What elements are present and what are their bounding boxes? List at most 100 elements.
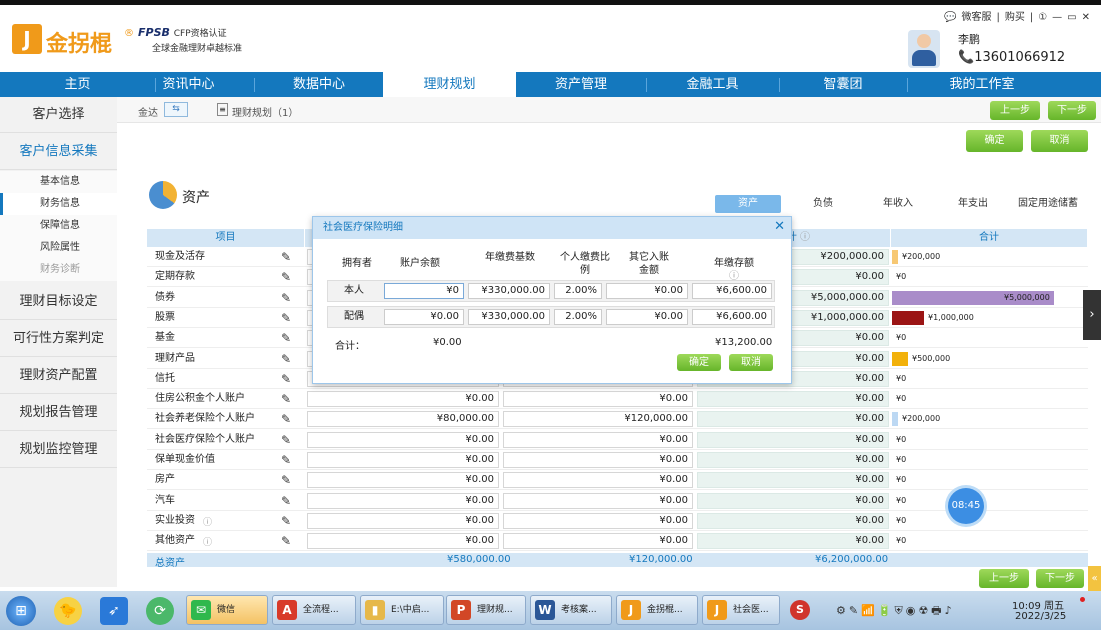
amount-input[interactable]: ¥0.00 xyxy=(307,512,499,529)
clock-date[interactable]: 2022/3/25 xyxy=(1015,611,1066,622)
prev-step-button-bottom[interactable]: 上一步 xyxy=(979,569,1029,588)
cancel-button[interactable]: 取消 xyxy=(1031,130,1088,152)
info-icon[interactable]: ⓘ xyxy=(203,515,212,528)
tab-assets[interactable]: 资产 xyxy=(715,195,781,213)
amount-input[interactable]: ¥0.00 xyxy=(307,391,499,408)
amount-input[interactable]: ¥0.00 xyxy=(307,492,499,509)
taskbar-pdf[interactable]: A 全流程... xyxy=(272,595,356,625)
system-tray-icons[interactable]: ⚙✎📶🔋⛨◉☢🖶♪ xyxy=(836,602,955,621)
amount-input[interactable]: ¥0.00 xyxy=(503,512,693,529)
amount-input[interactable]: ¥0.00 xyxy=(697,512,889,529)
buy-link[interactable]: 购买 xyxy=(1005,12,1025,23)
chat-icon[interactable]: 💬 xyxy=(944,12,956,23)
amount-input[interactable]: ¥0.00 xyxy=(307,533,499,550)
tab-liabilities[interactable]: 负债 xyxy=(807,195,839,213)
edit-pencil-icon[interactable]: ✎ xyxy=(281,291,295,305)
edit-pencil-icon[interactable]: ✎ xyxy=(281,270,295,284)
amount-input[interactable]: ¥0.00 xyxy=(697,533,889,550)
dlg-base-input[interactable]: ¥330,000.00 xyxy=(468,283,550,299)
nav-financial-tools[interactable]: 金融工具 xyxy=(646,72,779,97)
edit-pencil-icon[interactable]: ✎ xyxy=(281,412,295,426)
prev-step-button-top[interactable]: 上一步 xyxy=(990,101,1040,120)
sidebar-feasibility[interactable]: 可行性方案判定 xyxy=(0,321,117,357)
collapse-arrow-icon[interactable]: « xyxy=(1088,566,1101,592)
nav-asset-management[interactable]: 资产管理 xyxy=(516,72,646,97)
clock-time[interactable]: 10:09 周五 xyxy=(1012,597,1064,612)
next-step-button-bottom[interactable]: 下一步 xyxy=(1036,569,1084,588)
user-avatar[interactable] xyxy=(908,30,940,68)
sogou-icon[interactable]: S xyxy=(790,600,810,620)
taskbar-folder[interactable]: ▮ E:\中启... xyxy=(360,595,444,625)
close-button[interactable]: ✕ xyxy=(1082,12,1090,23)
tab-annual-income[interactable]: 年收入 xyxy=(880,195,916,213)
nav-data[interactable]: 数据中心 xyxy=(255,72,383,97)
amount-input[interactable]: ¥120,000.00 xyxy=(503,411,693,428)
bird-app-icon[interactable]: ➶ xyxy=(100,597,128,625)
dlg-base-input[interactable]: ¥330,000.00 xyxy=(468,309,550,325)
nav-news[interactable]: 资讯中心 xyxy=(122,72,255,97)
taskbar-social-medical[interactable]: J 社会医... xyxy=(702,595,780,625)
taskbar-powerpoint[interactable]: P 理财规... xyxy=(446,595,526,625)
amount-input[interactable]: ¥0.00 xyxy=(307,452,499,468)
amount-input[interactable]: ¥0.00 xyxy=(503,472,693,489)
sidebar-client-select[interactable]: 客户选择 xyxy=(0,97,117,133)
switch-client-icon[interactable]: ⇆ xyxy=(164,102,188,117)
edit-pencil-icon[interactable]: ✎ xyxy=(281,514,295,528)
amount-input[interactable]: ¥0.00 xyxy=(697,431,889,448)
edit-pencil-icon[interactable]: ✎ xyxy=(281,453,295,467)
dlg-annual-input[interactable]: ¥6,600.00 xyxy=(692,309,772,325)
dlg-other-input[interactable]: ¥0.00 xyxy=(606,309,688,325)
dlg-other-input[interactable]: ¥0.00 xyxy=(606,283,688,299)
sidebar-monitor[interactable]: 规划监控管理 xyxy=(0,432,117,468)
dlg-ratio-input[interactable]: 2.00% xyxy=(554,283,602,299)
confirm-button[interactable]: 确定 xyxy=(966,130,1023,152)
amount-input[interactable]: ¥0.00 xyxy=(503,492,693,509)
amount-input[interactable]: ¥0.00 xyxy=(503,533,693,550)
info-icon[interactable]: ① xyxy=(1038,12,1047,23)
edit-pencil-icon[interactable]: ✎ xyxy=(281,473,295,487)
minimize-button[interactable]: — xyxy=(1052,12,1062,23)
edit-pencil-icon[interactable]: ✎ xyxy=(281,250,295,264)
nav-think-tank[interactable]: 智囊团 xyxy=(779,72,907,97)
sidebar-goals[interactable]: 理财目标设定 xyxy=(0,284,117,320)
amount-input[interactable]: ¥0.00 xyxy=(503,431,693,448)
maximize-button[interactable]: ▭ xyxy=(1067,12,1076,23)
dlg-confirm-button[interactable]: 确定 xyxy=(677,354,721,371)
timer-widget[interactable]: 08:45 xyxy=(948,488,984,524)
edit-pencil-icon[interactable]: ✎ xyxy=(281,494,295,508)
refresh-app-icon[interactable]: ⟳ xyxy=(146,597,174,625)
sidebar-allocation[interactable]: 理财资产配置 xyxy=(0,358,117,394)
chevron-right-icon[interactable]: › xyxy=(1083,290,1101,340)
info-icon[interactable]: ⓘ xyxy=(203,535,212,548)
amount-input[interactable]: ¥0.00 xyxy=(307,472,499,489)
chick-app-icon[interactable]: 🐤 xyxy=(54,597,82,625)
edit-pencil-icon[interactable]: ✎ xyxy=(281,433,295,447)
edit-pencil-icon[interactable]: ✎ xyxy=(281,534,295,548)
sidebar-financial-info[interactable]: 财务信息 xyxy=(0,193,117,215)
amount-input[interactable]: ¥0.00 xyxy=(697,472,889,489)
edit-pencil-icon[interactable]: ✎ xyxy=(281,372,295,386)
dlg-balance-input[interactable]: ¥0 xyxy=(384,283,464,299)
dlg-balance-input[interactable]: ¥0.00 xyxy=(384,309,464,325)
sidebar-insurance-info[interactable]: 保障信息 xyxy=(0,215,117,237)
amount-input[interactable]: ¥0.00 xyxy=(697,391,889,408)
taskbar-word[interactable]: W 考核案... xyxy=(530,595,612,625)
amount-input[interactable]: ¥0.00 xyxy=(697,452,889,468)
customer-service-link[interactable]: 微客服 xyxy=(961,12,991,23)
sidebar-financial-diagnosis[interactable]: 财务诊断 xyxy=(0,259,117,281)
dlg-cancel-button[interactable]: 取消 xyxy=(729,354,773,371)
sidebar-report[interactable]: 规划报告管理 xyxy=(0,395,117,431)
nav-financial-planning[interactable]: 理财规划 xyxy=(383,72,516,97)
close-icon[interactable]: ✕ xyxy=(774,220,785,234)
tab-fixed-savings[interactable]: 固定用途储蓄 xyxy=(1017,195,1079,213)
tab-annual-expense[interactable]: 年支出 xyxy=(955,195,991,213)
next-step-button-top[interactable]: 下一步 xyxy=(1048,101,1096,120)
taskbar-wechat[interactable]: ✉ 微信 xyxy=(186,595,268,625)
amount-input[interactable]: ¥0.00 xyxy=(503,391,693,408)
sidebar-basic-info[interactable]: 基本信息 xyxy=(0,171,117,193)
sidebar-client-info[interactable]: 客户信息采集 xyxy=(0,134,117,170)
edit-pencil-icon[interactable]: ✎ xyxy=(281,392,295,406)
amount-input[interactable]: ¥0.00 xyxy=(697,411,889,428)
amount-input[interactable]: ¥0.00 xyxy=(503,452,693,468)
dlg-ratio-input[interactable]: 2.00% xyxy=(554,309,602,325)
